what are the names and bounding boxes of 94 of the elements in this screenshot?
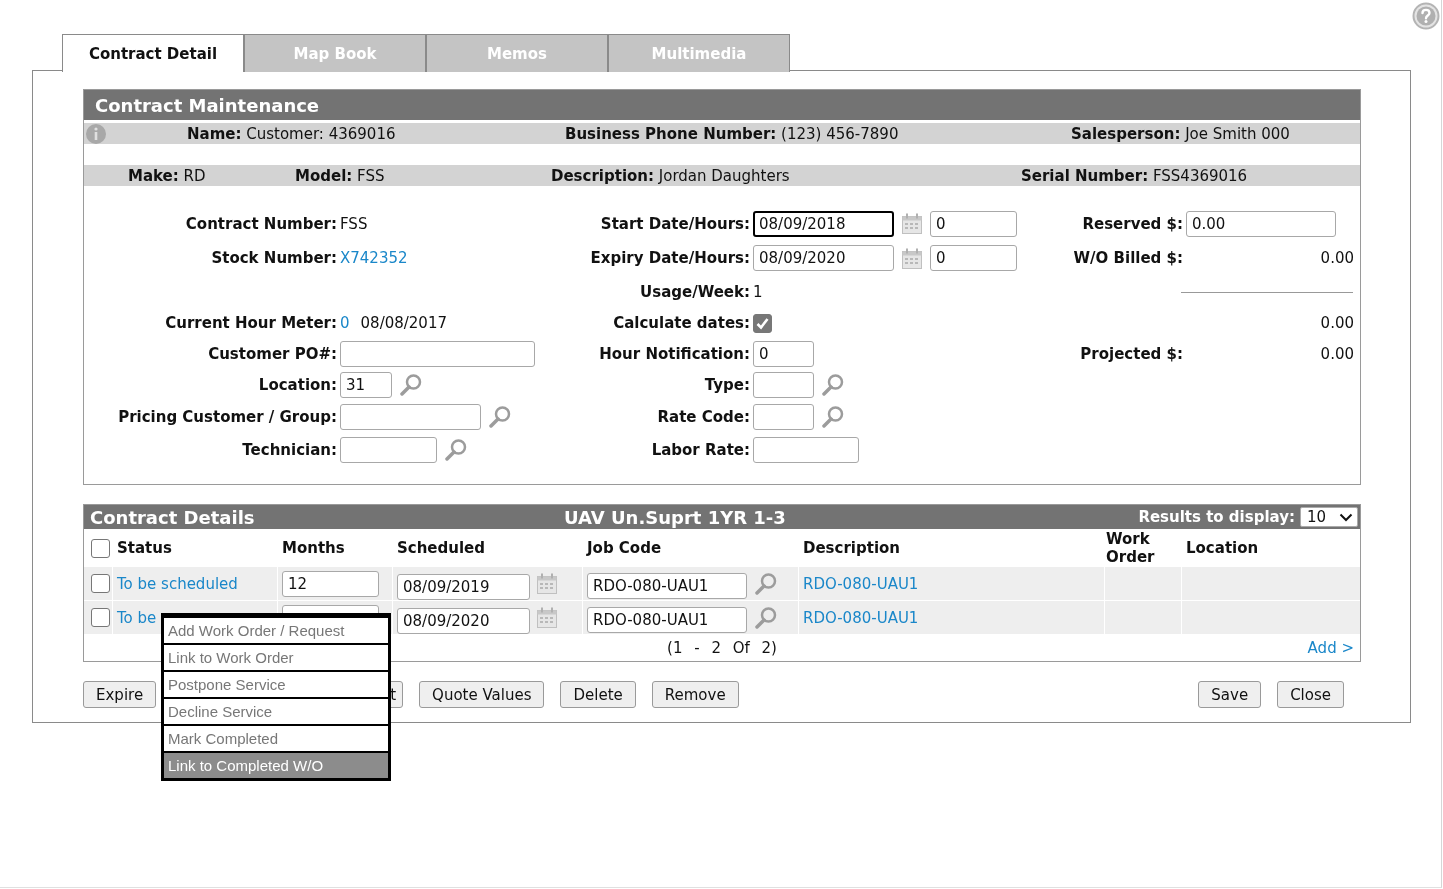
field-label: Pricing Customer / Group: — [118, 407, 337, 426]
field-label: Usage/Week: — [640, 283, 750, 301]
column-header: Scheduled — [396, 538, 486, 559]
info-text: Model: FSS — [294, 166, 386, 185]
calendar-icon[interactable] — [902, 247, 922, 269]
checkbox[interactable] — [91, 574, 110, 593]
info-text: Salesperson: Joe Smith 000 — [1070, 125, 1291, 143]
help-icon[interactable] — [1412, 2, 1440, 30]
field-label: Expiry Date/Hours: — [590, 249, 750, 267]
field-label: Reserved $: — [1082, 214, 1183, 233]
field-label: Customer PO#: — [208, 344, 337, 363]
meter-date: 08/08/2017 — [360, 314, 447, 332]
column-header: Job Code — [585, 538, 663, 559]
field-label: Labor Rate: — [651, 440, 750, 459]
stock-link[interactable]: X742352 — [340, 249, 408, 267]
job-code-field[interactable]: RDO-080-UAU1 — [587, 572, 747, 599]
search-icon[interactable] — [444, 438, 467, 461]
column-header: Status — [116, 538, 173, 559]
field-label: W/O Billed $: — [1073, 249, 1183, 267]
search-icon[interactable] — [399, 373, 422, 396]
action-button[interactable]: Delete — [560, 681, 636, 708]
field-label: Start Date/Hours: — [600, 214, 750, 233]
calendar-icon[interactable] — [537, 607, 557, 628]
amount-value: 0.00 — [1320, 314, 1354, 332]
section-title: Contract Details — [89, 506, 256, 528]
checkbox[interactable] — [91, 608, 110, 627]
add-link[interactable]: Add > — [1307, 638, 1354, 657]
info-text: Description: Jordan Daughters — [550, 166, 791, 185]
panel-title: Contract Maintenance — [84, 90, 1360, 120]
results-label: Results to display: — [1138, 508, 1295, 526]
column-header: Location — [1185, 538, 1260, 559]
months-field[interactable]: 12 — [282, 570, 379, 597]
action-button[interactable]: Quote Values — [419, 681, 545, 708]
info-text: Make: RD — [127, 166, 207, 185]
search-icon[interactable] — [821, 405, 844, 428]
date-field[interactable]: 08/09/2019 — [397, 573, 530, 600]
calendar-icon[interactable] — [537, 573, 557, 594]
info-text: Name: Customer: 4369016 — [186, 125, 397, 143]
menu-item[interactable]: Add Work Order / Request — [164, 616, 388, 643]
column-header: Work Order — [1105, 529, 1156, 567]
field-label: Type: — [704, 375, 750, 394]
job-code-field[interactable]: RDO-080-UAU1 — [587, 606, 747, 633]
action-button[interactable]: Close — [1277, 681, 1344, 708]
text-field[interactable]: 0 — [753, 340, 814, 367]
column-header: Description — [802, 538, 902, 559]
action-button[interactable]: Remove — [651, 681, 739, 708]
action-button[interactable]: Save — [1198, 681, 1262, 708]
field-label: Stock Number: — [211, 249, 337, 267]
text-field[interactable] — [753, 403, 814, 430]
field-label: Calculate dates: — [613, 314, 750, 332]
menu-item[interactable]: Link to Work Order — [164, 643, 388, 670]
field-label: Hour Notification: — [599, 344, 750, 363]
amount-value: 0.00 — [1320, 249, 1354, 267]
menu-item[interactable]: Decline Service — [164, 697, 388, 724]
field-value: FSS — [340, 214, 368, 233]
search-icon[interactable] — [821, 373, 844, 396]
results-select[interactable]: 10 — [1300, 507, 1358, 527]
hours-field[interactable]: 0 — [930, 210, 1017, 237]
text-field[interactable] — [753, 436, 859, 463]
field-label: Rate Code: — [657, 407, 750, 426]
text-field[interactable] — [340, 403, 481, 430]
info-icon[interactable] — [85, 123, 107, 145]
text-field[interactable]: 0.00 — [1186, 210, 1336, 237]
date-field[interactable]: 08/09/2018 — [753, 210, 894, 237]
tab[interactable]: Contract Detail — [62, 34, 244, 72]
hours-field[interactable]: 0 — [930, 245, 1017, 271]
field-value: 1 — [753, 283, 763, 301]
search-icon[interactable] — [754, 606, 777, 629]
text-field[interactable] — [340, 340, 535, 367]
date-field[interactable]: 08/09/2020 — [753, 245, 894, 271]
calendar-icon[interactable] — [902, 213, 922, 234]
text-field[interactable] — [753, 371, 814, 398]
chevron-icon — [1339, 512, 1353, 522]
text-field[interactable]: 31 — [340, 371, 392, 398]
info-text: Serial Number: FSS4369016 — [1020, 166, 1249, 185]
pagination-text: (1 - 2 Of 2) — [667, 638, 777, 657]
search-icon[interactable] — [754, 572, 777, 595]
checkbox[interactable] — [753, 313, 772, 333]
column-header: Months — [281, 538, 346, 559]
amount-value: 0.00 — [1320, 344, 1354, 363]
field-label: Contract Number: — [185, 214, 337, 233]
action-button[interactable]: Expire — [83, 681, 157, 708]
field-label: Technician: — [242, 440, 337, 459]
checkbox[interactable] — [91, 538, 110, 558]
field-label: Current Hour Meter: — [165, 314, 337, 332]
search-icon[interactable] — [488, 405, 511, 428]
menu-item[interactable]: Postpone Service — [164, 670, 388, 697]
field-label: Projected $: — [1080, 344, 1183, 363]
field-label: Location: — [258, 375, 337, 394]
plan-title: UAV Un.Suprt 1YR 1-3 — [564, 506, 786, 528]
date-field[interactable]: 08/09/2020 — [397, 607, 530, 634]
text-field[interactable] — [340, 436, 437, 463]
meter-link[interactable]: 0 — [340, 314, 350, 332]
info-text: Business Phone Number: (123) 456-7890 — [564, 125, 900, 143]
